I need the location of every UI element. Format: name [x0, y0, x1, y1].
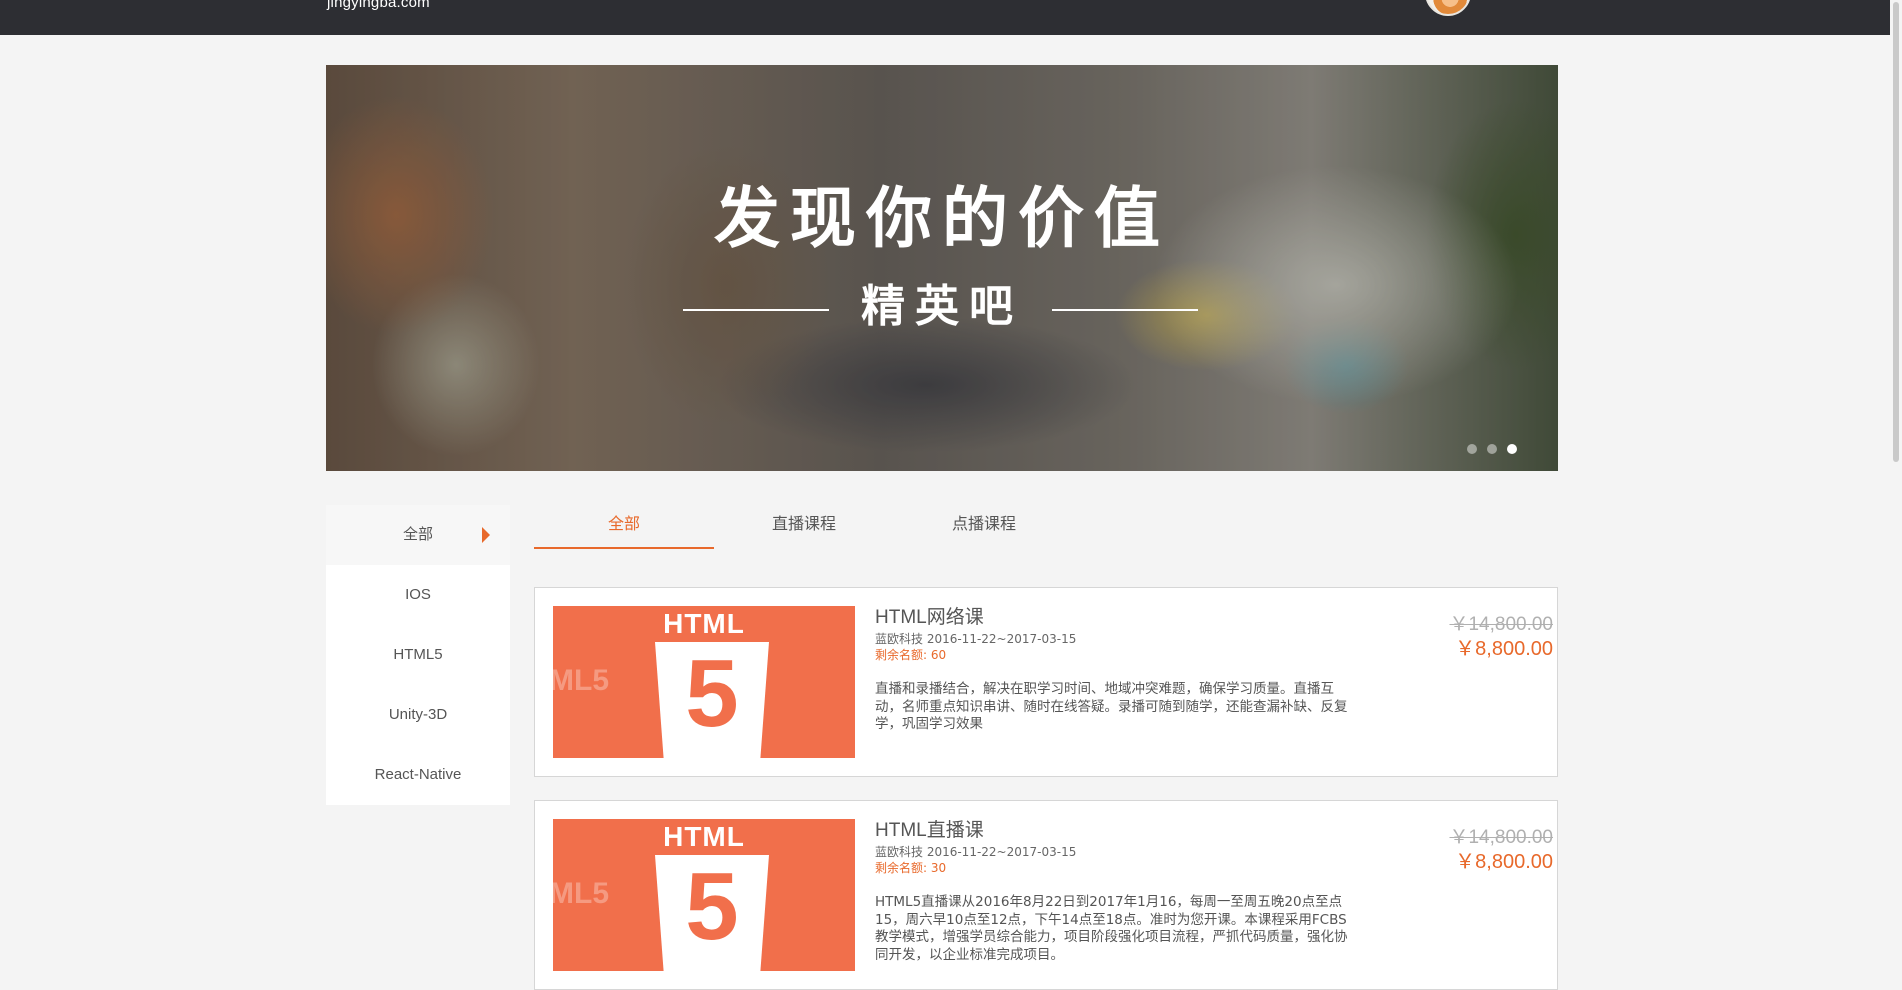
category-item-unity-3d[interactable]: Unity-3D	[326, 685, 510, 745]
carousel-dot-2[interactable]	[1487, 444, 1497, 454]
category-item-html5[interactable]: HTML5	[326, 625, 510, 685]
carousel-dot-1[interactable]	[1467, 444, 1477, 454]
course-title[interactable]: HTML网络课	[875, 606, 1355, 630]
course-card[interactable]: ML5 HTML 5 HTML网络课 蓝欧科技 2016-11-22~2017-…	[534, 587, 1558, 777]
course-org-dates: 蓝欧科技 2016-11-22~2017-03-15	[875, 632, 1077, 646]
course-prices: ￥14,800.00 ￥8,800.00	[1449, 614, 1553, 662]
course-title[interactable]: HTML直播课	[875, 819, 1355, 843]
course-prices: ￥14,800.00 ￥8,800.00	[1449, 827, 1553, 875]
category-label: 全部	[402, 526, 433, 543]
category-sidebar: 全部 IOS HTML5 Unity-3D React-Native	[326, 505, 510, 805]
scrollbar-thumb[interactable]	[1893, 2, 1899, 462]
course-type-tabs: 全部 直播课程 点播课程	[534, 505, 1074, 549]
banner-divider-left	[683, 309, 829, 311]
carousel-dot-3[interactable]	[1507, 444, 1517, 454]
sale-price: ￥8,800.00	[1455, 851, 1553, 873]
course-info: HTML网络课 蓝欧科技 2016-11-22~2017-03-15 剩余名额:…	[875, 606, 1355, 734]
site-logo[interactable]: jingyingba.com	[327, 0, 430, 11]
tab-live-courses[interactable]: 直播课程	[714, 505, 894, 547]
banner-divider-right	[1052, 309, 1198, 311]
course-quota: 剩余名额: 30	[875, 861, 947, 875]
thumb-number: 5	[685, 640, 739, 747]
course-quota: 剩余名额: 60	[875, 648, 947, 662]
thumb-number: 5	[685, 853, 739, 960]
caret-right-icon	[482, 527, 490, 543]
original-price: ￥14,800.00	[1449, 614, 1553, 635]
thumb-html-text: HTML	[663, 821, 745, 852]
course-card[interactable]: ML5 HTML 5 HTML直播课 蓝欧科技 2016-11-22~2017-…	[534, 800, 1558, 990]
banner-overlay	[326, 65, 1558, 471]
course-description: HTML5直播课从2016年8月22日到2017年1月16，每周一至周五晚20点…	[875, 894, 1348, 963]
category-label: Unity-3D	[388, 706, 448, 723]
course-info: HTML直播课 蓝欧科技 2016-11-22~2017-03-15 剩余名额:…	[875, 819, 1355, 964]
page-scrollbar[interactable]	[1890, 0, 1902, 958]
thumb-ghost-text: ML5	[553, 877, 609, 910]
original-price: ￥14,800.00	[1449, 827, 1553, 848]
tab-recorded-courses[interactable]: 点播课程	[894, 505, 1074, 547]
thumb-ghost-text: ML5	[553, 664, 609, 697]
carousel-dots	[1467, 444, 1517, 454]
course-description: 直播和录播结合，解决在职学习时间、地域冲突难题，确保学习质量。直播互动，名师重点…	[875, 681, 1348, 732]
user-avatar[interactable]	[1425, 0, 1471, 16]
category-item-all[interactable]: 全部	[326, 505, 510, 565]
category-item-react-native[interactable]: React-Native	[326, 745, 510, 805]
banner-subtitle: 精英吧	[861, 281, 1023, 332]
course-org-dates: 蓝欧科技 2016-11-22~2017-03-15	[875, 845, 1077, 859]
sale-price: ￥8,800.00	[1455, 638, 1553, 660]
category-item-ios[interactable]: IOS	[326, 565, 510, 625]
tab-all[interactable]: 全部	[534, 505, 714, 549]
thumb-html-text: HTML	[663, 608, 745, 639]
category-label: HTML5	[393, 646, 443, 663]
category-label: React-Native	[374, 766, 462, 783]
top-nav-bar: jingyingba.com	[0, 0, 1902, 35]
hero-banner[interactable]: 发现你的价值 精英吧	[326, 65, 1558, 471]
html5-logo-image[interactable]: ML5 HTML 5	[553, 606, 855, 758]
html5-logo-image[interactable]: ML5 HTML 5	[553, 819, 855, 971]
banner-title: 发现你的价值	[714, 179, 1170, 257]
category-label: IOS	[405, 586, 431, 603]
